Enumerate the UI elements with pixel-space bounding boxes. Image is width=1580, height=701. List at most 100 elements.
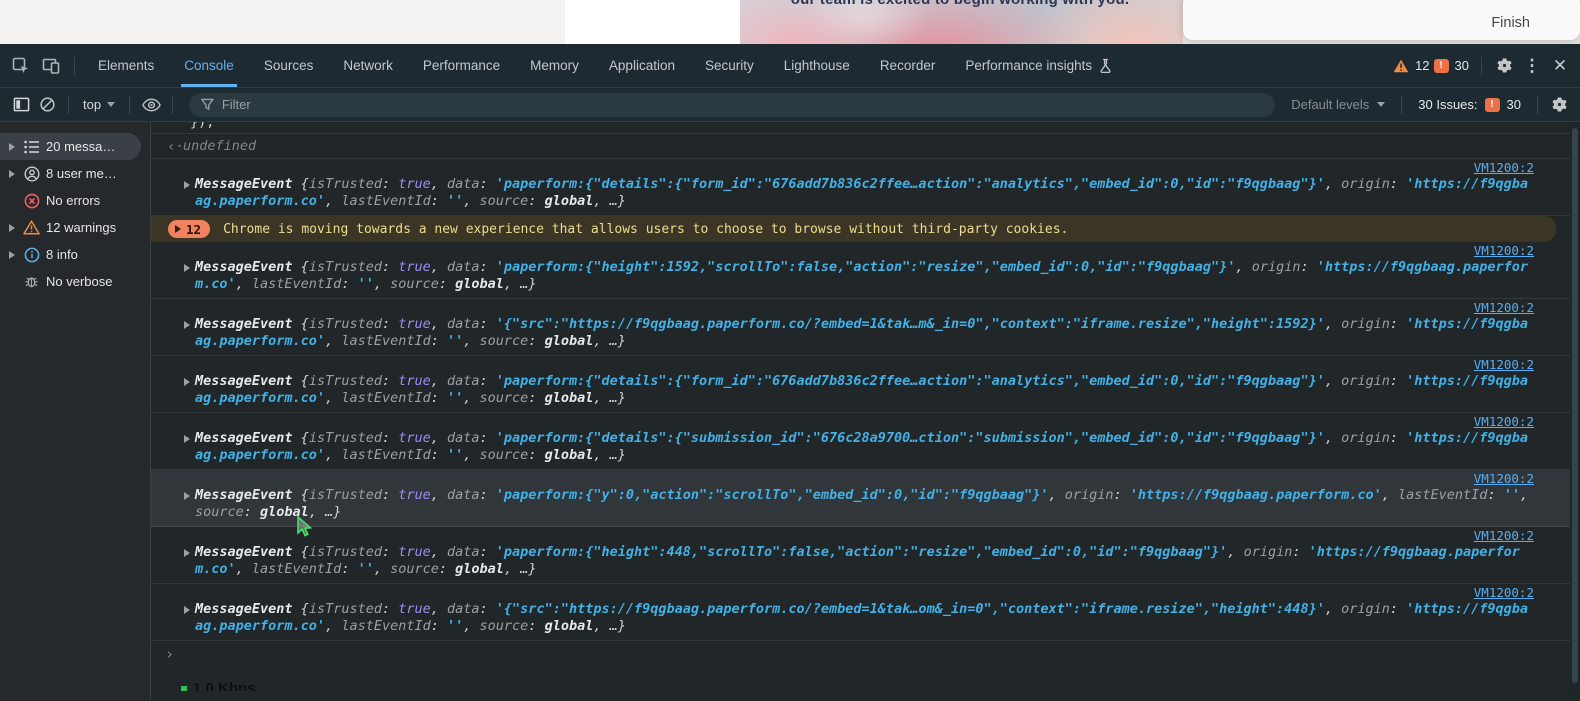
console-input-row[interactable]: › [151,641,1570,667]
sidebar-item-12-warnings[interactable]: 12 warnings [0,214,150,241]
tab-recorder[interactable]: Recorder [865,44,951,87]
tab-label: Network [343,58,393,73]
console-message[interactable]: VM1200:2MessageEvent {isTrusted: true, d… [151,527,1570,584]
clipped-log-line: }); [151,122,1570,134]
expand-caret-icon[interactable] [7,251,17,259]
expand-triangle-icon[interactable] [184,378,190,386]
scrollbar-thumb[interactable] [1572,128,1578,683]
warnings-badge[interactable]: 12 [1393,58,1429,73]
console-message[interactable]: VM1200:2MessageEvent {isTrusted: true, d… [151,299,1570,356]
tab-elements[interactable]: Elements [83,44,169,87]
message-preview: MessageEvent {isTrusted: true, data: 'pa… [151,259,1534,293]
console-message[interactable]: VM1200:2MessageEvent {isTrusted: true, d… [151,413,1570,470]
webpage-strip: our team is excited to begin working wit… [0,0,1580,44]
source-link[interactable]: VM1200:2 [1474,160,1534,175]
prompt-chevron-icon: › [165,645,174,663]
console-message[interactable]: VM1200:2MessageEvent {isTrusted: true, d… [151,159,1570,216]
tab-label: Performance insights [965,58,1092,73]
tab-memory[interactable]: Memory [515,44,594,87]
more-options-kebab-icon[interactable]: ⋮ [1518,52,1546,80]
console-sidebar: 20 messa… 8 user me… No errors 12 warnings8… [0,122,151,700]
warning-text: Chrome is moving towards a new experienc… [223,222,1068,237]
source-link[interactable]: VM1200:2 [1474,357,1534,372]
source-link[interactable]: VM1200:2 [1474,243,1534,258]
green-dot-icon [181,686,187,692]
expand-caret-icon[interactable] [7,143,17,151]
status-text: 1.0 Kbps [193,680,256,691]
expand-triangle-icon[interactable] [184,321,190,329]
devtools-panel: Elements Console Sources Network Performance… [0,44,1580,701]
clear-console-icon[interactable] [34,92,60,118]
console-message[interactable]: VM1200:2MessageEvent {isTrusted: true, d… [151,242,1570,299]
sidebar-item-label: No errors [46,193,100,208]
sidebar-item-label: 8 user me… [46,166,117,181]
tab-console[interactable]: Console [169,44,249,87]
log-levels-dropdown[interactable]: Default levels [1283,97,1393,112]
filter-funnel-icon [201,98,214,111]
expand-triangle-icon[interactable] [184,264,190,272]
tab-network[interactable]: Network [328,44,408,87]
info-icon [23,246,40,263]
javascript-context-dropdown[interactable]: top [77,97,121,112]
console-settings-gear-icon[interactable] [1546,92,1572,118]
console-message[interactable]: VM1200:2MessageEvent {isTrusted: true, d… [151,356,1570,413]
tab-label: Security [705,58,754,73]
console-message[interactable]: VM1200:2MessageEvent {isTrusted: true, d… [151,470,1570,527]
console-sidebar-toggle-icon[interactable] [8,92,34,118]
filter-input[interactable] [222,97,1263,112]
tab-label: Memory [530,58,579,73]
warning-icon [23,219,40,236]
tab-label: Application [609,58,675,73]
messages-icon [23,138,40,155]
expand-triangle-icon[interactable] [184,435,190,443]
tab-lighthouse[interactable]: Lighthouse [769,44,865,87]
expand-caret-icon[interactable] [7,224,17,232]
errors-badge[interactable]: ! 30 [1434,58,1469,73]
mouse-cursor [296,516,316,543]
scrollbar[interactable] [1570,122,1580,700]
tab-performance-insights[interactable]: Performance insights [950,44,1127,87]
tab-performance[interactable]: Performance [408,44,515,87]
devtools-tabs: Elements Console Sources Network Performance… [83,44,1127,87]
live-expression-eye-icon[interactable] [138,92,164,118]
source-link[interactable]: VM1200:2 [1474,300,1534,315]
divider [1481,57,1482,75]
sidebar-item-8-user-me[interactable]: 8 user me… [0,160,150,187]
filter-box[interactable] [189,93,1275,117]
sidebar-item-no-verbose[interactable]: No verbose [0,268,150,295]
tab-label: Recorder [880,58,936,73]
tab-sources[interactable]: Sources [249,44,329,87]
expand-triangle-icon[interactable] [184,492,190,500]
expand-triangle-icon[interactable] [184,549,190,557]
tab-label: Console [184,58,234,73]
warning-group-badge[interactable]: 12 [168,220,210,238]
tab-security[interactable]: Security [690,44,769,87]
source-link[interactable]: VM1200:2 [1474,585,1534,600]
console-main: 20 messa… 8 user me… No errors 12 warnings8… [0,122,1580,700]
devtools-tabbar: Elements Console Sources Network Performance… [0,44,1580,88]
inspect-element-icon[interactable] [6,51,36,81]
expand-triangle-icon[interactable] [184,181,190,189]
issues-count: 30 [1507,97,1521,112]
expand-caret-icon[interactable] [7,170,17,178]
issues-summary[interactable]: 30 Issues: ! 30 [1410,97,1529,112]
device-toolbar-icon[interactable] [36,51,66,81]
sidebar-item-20-messa[interactable]: 20 messa… [0,133,141,160]
verbose-icon [23,273,40,290]
sidebar-item-no-errors[interactable]: No errors [0,187,150,214]
message-preview: MessageEvent {isTrusted: true, data: 'pa… [151,544,1534,578]
settings-gear-icon[interactable] [1490,52,1518,80]
expand-triangle-icon[interactable] [184,606,190,614]
console-warning[interactable]: 12 Chrome is moving towards a new experie… [151,216,1556,242]
issue-icon: ! [1485,98,1500,112]
source-link[interactable]: VM1200:2 [1474,528,1534,543]
console-message[interactable]: VM1200:2MessageEvent {isTrusted: true, d… [151,584,1570,641]
source-link[interactable]: VM1200:2 [1474,471,1534,486]
flask-icon [1099,58,1112,73]
tab-application[interactable]: Application [594,44,690,87]
close-devtools-icon[interactable]: ✕ [1546,52,1574,80]
finish-button[interactable]: Finish [1491,15,1530,31]
sidebar-item-8-info[interactable]: 8 info [0,241,150,268]
source-link[interactable]: VM1200:2 [1474,414,1534,429]
message-preview: MessageEvent {isTrusted: true, data: 'pa… [151,176,1534,210]
